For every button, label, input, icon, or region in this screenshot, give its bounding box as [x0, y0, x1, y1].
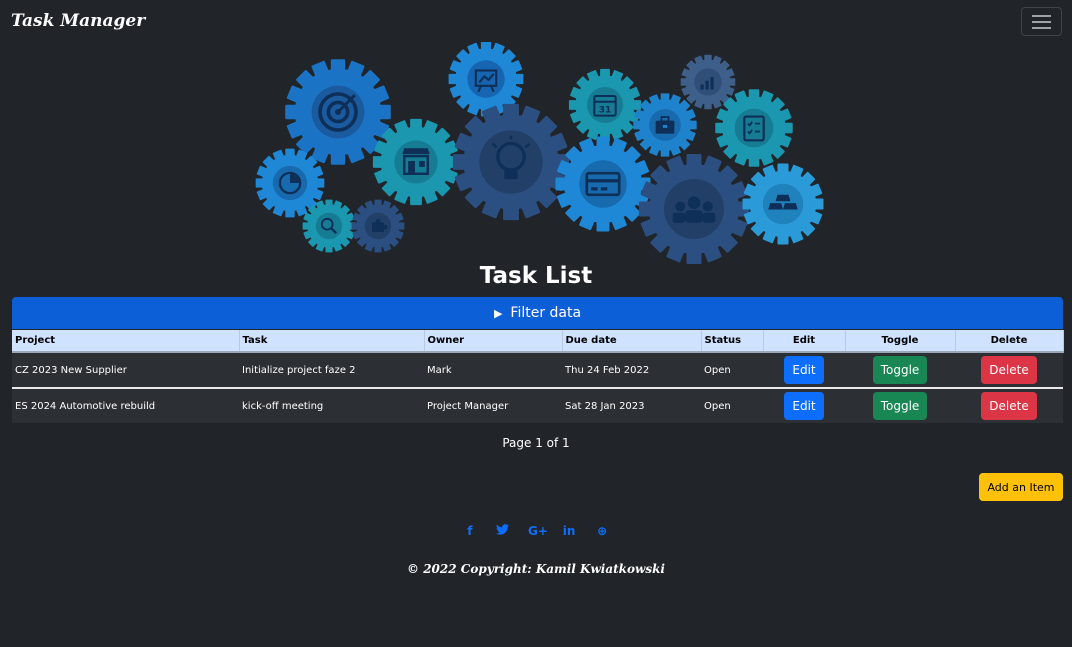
- copyright-text: © 2022 Copyright: Kamil Kwiatkowski: [407, 562, 665, 576]
- hamburger-icon-bar: [1032, 27, 1051, 29]
- pagination-info: Page 1 of 1: [502, 436, 570, 450]
- cell-project: CZ 2023 New Supplier: [12, 352, 239, 388]
- cell-delete: Delete: [955, 387, 1063, 423]
- cell-toggle: Toggle: [845, 387, 955, 423]
- cell-edit: Edit: [763, 352, 845, 388]
- menu-toggle-button[interactable]: [1021, 7, 1062, 36]
- cell-owner: Project Manager: [424, 387, 562, 423]
- cell-status: Open: [701, 352, 763, 388]
- table-row: ES 2024 Automotive rebuild kick-off meet…: [12, 387, 1063, 423]
- header-due-date[interactable]: Due date: [562, 330, 702, 353]
- cell-task: Initialize project faze 2: [239, 352, 424, 388]
- header-toggle: Toggle: [845, 330, 956, 353]
- lightbulb-icon: [428, 79, 594, 245]
- header-project[interactable]: Project: [12, 330, 240, 353]
- cell-due-date: Thu 24 Feb 2022: [562, 352, 701, 388]
- table-row: CZ 2023 New Supplier Initialize project …: [12, 352, 1063, 388]
- google-plus-icon[interactable]: G+: [528, 524, 548, 538]
- filter-data-label: Filter data: [510, 305, 582, 321]
- dribbble-icon[interactable]: ⊕: [594, 524, 610, 538]
- page-title: Task List: [479, 263, 593, 289]
- social-links: f G+ in ⊕: [0, 520, 1072, 539]
- cell-due-date: Sat 28 Jan 2023: [562, 387, 701, 423]
- header-owner[interactable]: Owner: [424, 330, 563, 353]
- cell-toggle: Toggle: [845, 352, 955, 388]
- cell-owner: Mark: [424, 352, 562, 388]
- toggle-button[interactable]: Toggle: [872, 356, 928, 384]
- header-edit: Edit: [763, 330, 846, 353]
- cell-delete: Delete: [955, 352, 1063, 388]
- header-task[interactable]: Task: [239, 330, 425, 353]
- linkedin-icon[interactable]: in: [561, 524, 577, 538]
- cell-task: kick-off meeting: [239, 387, 424, 423]
- hamburger-icon: [1032, 15, 1051, 17]
- table-header-row: Project Task Owner Due date Status Edit …: [12, 330, 1064, 353]
- brand-link[interactable]: Task Manager: [11, 11, 145, 31]
- delete-button[interactable]: Delete: [981, 356, 1037, 384]
- add-item-button[interactable]: Add an Item: [979, 473, 1063, 501]
- calendar-day-label: 31: [599, 105, 612, 115]
- navbar: Task Manager: [0, 0, 1072, 46]
- cell-project: ES 2024 Automotive rebuild: [12, 387, 239, 423]
- cell-status: Open: [701, 387, 763, 423]
- header-status[interactable]: Status: [701, 330, 764, 353]
- twitter-icon[interactable]: [495, 524, 511, 538]
- gears-hero-image: 31: [255, 42, 825, 267]
- edit-button[interactable]: Edit: [784, 392, 824, 420]
- header-delete: Delete: [955, 330, 1064, 353]
- hamburger-icon-bar: [1032, 21, 1051, 23]
- caret-right-icon: ▶: [493, 306, 503, 320]
- cell-edit: Edit: [763, 387, 845, 423]
- toggle-button[interactable]: Toggle: [872, 392, 928, 420]
- filter-data-toggle[interactable]: ▶ Filter data: [12, 297, 1063, 329]
- delete-button[interactable]: Delete: [981, 392, 1037, 420]
- facebook-icon[interactable]: f: [462, 524, 478, 538]
- task-table: Project Task Owner Due date Status Edit …: [12, 330, 1064, 423]
- edit-button[interactable]: Edit: [784, 356, 824, 384]
